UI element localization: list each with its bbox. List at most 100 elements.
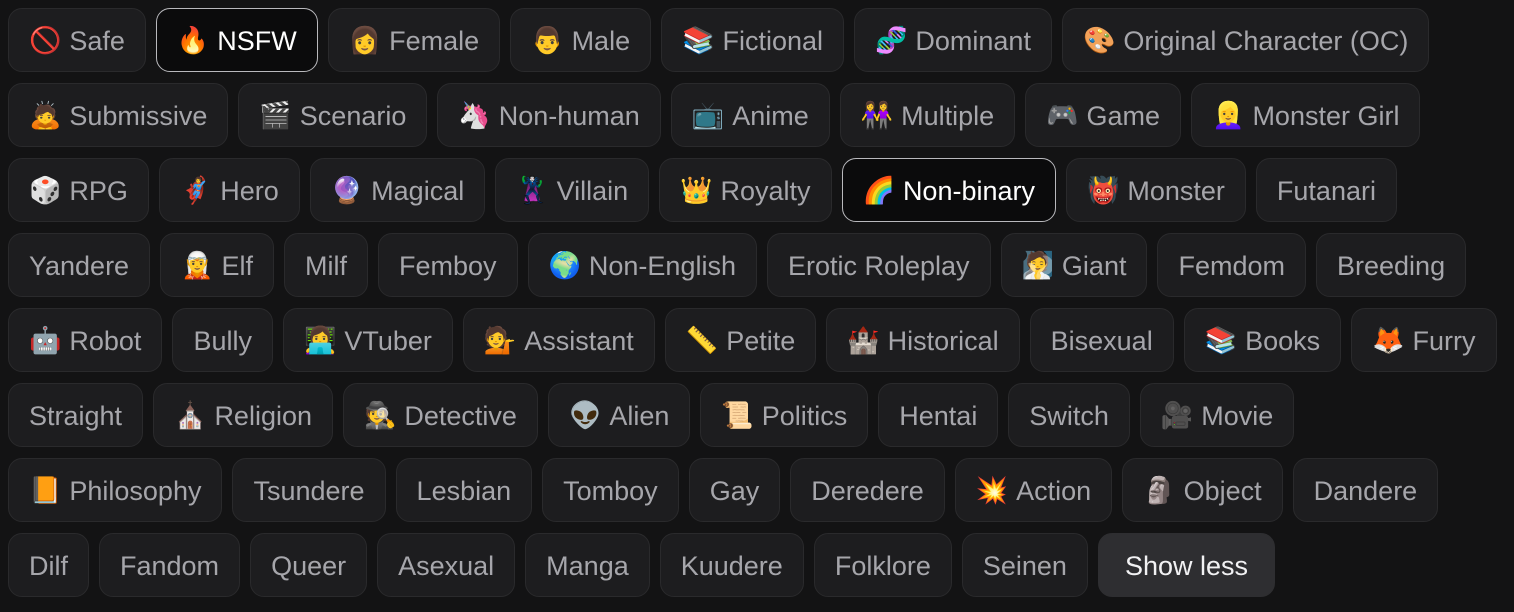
tag-chip-safe[interactable]: 🚫 Safe <box>8 8 146 72</box>
tag-chip-label: Milf <box>304 250 347 281</box>
tag-chip-detective[interactable]: 🕵️ Detective <box>343 383 538 447</box>
tag-chip-kuudere[interactable]: Kuudere <box>659 533 804 597</box>
tag-chip-label: Monster Girl <box>1252 100 1400 131</box>
eye-slash-icon: 🚫 <box>29 25 62 55</box>
tag-chip-submissive[interactable]: 🙇 Submissive <box>8 83 229 147</box>
tag-chip-label: Hentai <box>899 400 978 431</box>
tag-chip-label: Magical <box>371 175 465 206</box>
tag-chip-religion[interactable]: ⛪ Religion <box>153 383 333 447</box>
tag-chip-label: Asexual <box>398 550 495 581</box>
tag-chip-label: Action <box>1016 475 1092 506</box>
tag-chip-asexual[interactable]: Asexual <box>377 533 516 597</box>
tag-chip-seinen[interactable]: Seinen <box>961 533 1088 597</box>
tag-chip-dandere[interactable]: Dandere <box>1292 458 1439 522</box>
tag-chip-furry[interactable]: 🦊 Furry <box>1351 308 1497 372</box>
tipping-hand-icon: 💁 <box>483 325 517 355</box>
tag-chip-object[interactable]: 🗿 Object <box>1122 458 1283 522</box>
tag-chip-movie[interactable]: 🎥 Movie <box>1139 383 1295 447</box>
tag-chip-label: Tomboy <box>563 475 658 506</box>
tag-chip-gay[interactable]: Gay <box>688 458 781 522</box>
tag-chip-politics[interactable]: 📜 Politics <box>700 383 869 447</box>
tag-chip-folklore[interactable]: Folklore <box>813 533 952 597</box>
tag-chip-bully[interactable]: Bully <box>172 308 273 372</box>
tag-chip-villain[interactable]: 🦹 Villain <box>495 158 650 222</box>
tag-chip-nsfw[interactable]: 🔥 NSFW <box>155 8 318 72</box>
tag-chip-manga[interactable]: Manga <box>525 533 650 597</box>
show-less-button[interactable]: Show less <box>1097 533 1275 597</box>
tag-chip-monster-girl[interactable]: 👱‍♀️ Monster Girl <box>1191 83 1421 147</box>
tag-chip-tomboy[interactable]: Tomboy <box>542 458 679 522</box>
tag-chip-robot[interactable]: 🤖 Robot <box>8 308 163 372</box>
tag-chip-label: Non-binary <box>902 175 1035 206</box>
tag-chip-femboy[interactable]: Femboy <box>377 233 518 297</box>
tag-chip-elf[interactable]: 🧝 Elf <box>160 233 274 297</box>
tag-chip-bisexual[interactable]: Bisexual <box>1029 308 1174 372</box>
television-icon: 📺 <box>691 100 725 130</box>
tag-chip-monster[interactable]: 👹 Monster <box>1066 158 1246 222</box>
elf-icon: 🧝 <box>181 250 214 280</box>
tag-chip-assistant[interactable]: 💁 Assistant <box>462 308 655 372</box>
tag-chip-label: Scenario <box>299 100 407 131</box>
tag-chip-label: Breeding <box>1337 250 1446 281</box>
tag-chip-straight[interactable]: Straight <box>8 383 144 447</box>
tag-chip-erotic-roleplay[interactable]: Erotic Roleplay <box>766 233 991 297</box>
tag-chip-dilf[interactable]: Dilf <box>8 533 89 597</box>
tag-chip-fictional[interactable]: 📚 Fictional <box>661 8 845 72</box>
tag-chip-books[interactable]: 📚 Books <box>1183 308 1342 372</box>
tag-chip-alien[interactable]: 👽 Alien <box>547 383 691 447</box>
tag-chip-yandere[interactable]: Yandere <box>8 233 151 297</box>
tag-chip-multiple[interactable]: 👭 Multiple <box>839 83 1016 147</box>
tag-chip-hentai[interactable]: Hentai <box>878 383 999 447</box>
tag-chip-deredere[interactable]: Deredere <box>790 458 945 522</box>
fire-icon: 🔥 <box>176 25 210 55</box>
tag-chip-label: Villain <box>556 175 629 206</box>
tag-chip-switch[interactable]: Switch <box>1008 383 1130 447</box>
tag-chip-hero[interactable]: 🦸‍♀️ Hero <box>158 158 300 222</box>
tag-chip-dominant[interactable]: 🧬 Dominant <box>854 8 1052 72</box>
tag-chip-label: Books <box>1245 325 1321 356</box>
tag-chip-label: Dominant <box>915 25 1031 56</box>
tag-chip-action[interactable]: 💥 Action <box>954 458 1113 522</box>
tag-chip-label: Deredere <box>811 475 924 506</box>
tag-chip-femdom[interactable]: Femdom <box>1157 233 1306 297</box>
dice-icon: 🎲 <box>29 175 62 205</box>
tag-chip-milf[interactable]: Milf <box>283 233 368 297</box>
tag-chip-breeding[interactable]: Breeding <box>1316 233 1467 297</box>
tag-chip-non-human[interactable]: 🦄 Non-human <box>437 83 661 147</box>
tag-chip-royalty[interactable]: 👑 Royalty <box>659 158 832 222</box>
tag-chip-game[interactable]: 🎮 Game <box>1025 83 1182 147</box>
tag-chip-petite[interactable]: 📏 Petite <box>664 308 817 372</box>
globe-icon: 🌍 <box>548 250 581 280</box>
show-less-label: Show less <box>1124 550 1248 581</box>
tag-chip-lesbian[interactable]: Lesbian <box>395 458 533 522</box>
tag-chip-label: Detective <box>404 400 517 431</box>
tag-chip-original-character-oc[interactable]: 🎨 Original Character (OC) <box>1061 8 1430 72</box>
tag-chip-philosophy[interactable]: 📙 Philosophy <box>8 458 223 522</box>
tag-chip-non-binary[interactable]: 🌈 Non-binary <box>841 158 1056 222</box>
tag-chip-female[interactable]: 👩 Female <box>327 8 501 72</box>
tag-chip-label: Manga <box>546 550 629 581</box>
woman-technologist-icon: 👩‍💻 <box>303 325 337 355</box>
tag-chip-label: Politics <box>761 400 848 431</box>
tag-chip-scenario[interactable]: 🎬 Scenario <box>238 83 428 147</box>
tag-chip-label: Petite <box>726 325 796 356</box>
tag-chip-magical[interactable]: 🔮 Magical <box>309 158 486 222</box>
tag-chip-label: Philosophy <box>69 475 202 506</box>
tag-chip-label: Alien <box>609 400 670 431</box>
tag-chip-anime[interactable]: 📺 Anime <box>670 83 830 147</box>
tag-chip-queer[interactable]: Queer <box>250 533 368 597</box>
tag-chip-futanari[interactable]: Futanari <box>1255 158 1397 222</box>
tag-chip-label: Straight <box>29 400 123 431</box>
tag-chip-non-english[interactable]: 🌍 Non-English <box>527 233 757 297</box>
tag-chip-vtuber[interactable]: 👩‍💻 VTuber <box>282 308 453 372</box>
tag-chip-label: Game <box>1086 100 1161 131</box>
tag-chip-male[interactable]: 👨 Male <box>510 8 652 72</box>
tag-chip-tsundere[interactable]: Tsundere <box>232 458 386 522</box>
tag-chip-rpg[interactable]: 🎲 RPG <box>8 158 149 222</box>
tag-chip-label: Switch <box>1029 400 1109 431</box>
tag-chip-fandom[interactable]: Fandom <box>99 533 241 597</box>
tag-chip-label: Religion <box>214 400 312 431</box>
tag-chip-giant[interactable]: 🧖 Giant <box>1000 233 1148 297</box>
tag-chip-historical[interactable]: 🏰 Historical <box>826 308 1020 372</box>
bowing-person-icon: 🙇 <box>29 100 62 130</box>
